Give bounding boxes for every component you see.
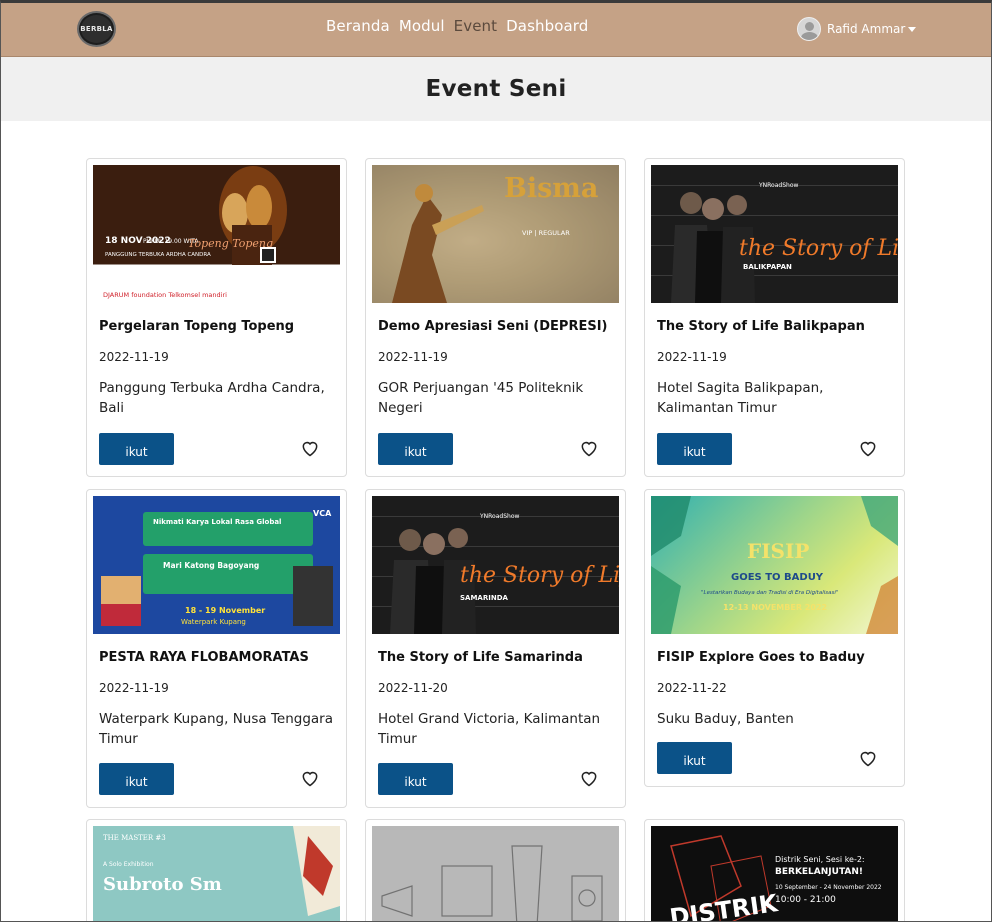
event-title: Pergelaran Topeng Topeng	[99, 319, 295, 334]
avatar-icon	[797, 17, 821, 41]
event-date: 2022-11-20	[378, 681, 448, 695]
event-card: Nikmati Karya Lokal Rasa Global Mari Kat…	[86, 489, 347, 808]
svg-text:THE MASTER #3: THE MASTER #3	[103, 834, 166, 842]
svg-text:the Story of Life: the Story of Life	[460, 563, 619, 588]
user-name: Rafid Ammar	[827, 22, 906, 36]
event-title: The Story of Life Balikpapan	[657, 319, 865, 334]
page-header: Event Seni	[0, 57, 992, 121]
join-button[interactable]: ikut	[378, 433, 453, 465]
event-image: Nikmati Karya Lokal Rasa Global Mari Kat…	[93, 496, 340, 634]
nav-links: Beranda Modul Event Dashboard	[326, 17, 588, 35]
page-title: Event Seni	[425, 76, 567, 102]
svg-text:Distrik Seni, Sesi ke-2:: Distrik Seni, Sesi ke-2:	[775, 855, 865, 864]
svg-text:FISIP: FISIP	[747, 539, 809, 563]
join-button[interactable]: ikut	[657, 742, 732, 774]
event-location: Waterpark Kupang, Nusa Tenggara Timur	[99, 711, 333, 747]
event-title: FISIP Explore Goes to Baduy	[657, 650, 865, 665]
svg-text:10 September - 24 November 202: 10 September - 24 November 2022	[775, 884, 882, 891]
svg-text:VIP | REGULAR: VIP | REGULAR	[522, 229, 570, 237]
event-date: 2022-11-22	[657, 681, 727, 695]
event-image: 18 NOV 2022 PUKUL 19.00 WITA PANGGUNG TE…	[93, 165, 340, 303]
navbar: BERBLA Beranda Modul Event Dashboard Raf…	[0, 0, 992, 57]
svg-text:VCA: VCA	[313, 509, 332, 518]
event-image: FISIP GOES TO BADUY "Lestarikan Budaya d…	[651, 496, 898, 634]
user-menu[interactable]: Rafid Ammar	[797, 17, 917, 41]
nav-link-modul[interactable]: Modul	[399, 17, 445, 35]
event-image: YNRoadShow the Story of Life SAMARINDA	[372, 496, 619, 634]
event-location: Panggung Terbuka Ardha Candra, Bali	[99, 380, 325, 416]
event-card: Distrik Seni, Sesi ke-2: BERKELANJUTAN! …	[644, 819, 905, 922]
nav-link-dashboard[interactable]: Dashboard	[506, 17, 588, 35]
event-card: YNRoadShow the Story of Life SAMARINDA T…	[365, 489, 626, 808]
event-card: YNRoadShow the Story of Life BALIKPAPAN …	[644, 158, 905, 477]
join-button[interactable]: ikut	[99, 763, 174, 795]
event-card: Bisma VIP | REGULAR Demo Apresiasi Seni …	[365, 158, 626, 477]
event-title: Demo Apresiasi Seni (DEPRESI)	[378, 319, 608, 334]
event-image: Bisma VIP | REGULAR	[372, 165, 619, 303]
svg-text:DJARUM foundation Telkomsel: DJARUM foundation Telkomsel mandiri	[103, 291, 227, 299]
event-card	[365, 819, 626, 922]
heart-icon[interactable]	[579, 768, 599, 788]
event-date: 2022-11-19	[99, 350, 169, 364]
event-location: Hotel Grand Victoria, Kalimantan Timur	[378, 711, 601, 747]
svg-text:PANGGUNG TERBUKA ARDHA CANDRA: PANGGUNG TERBUKA ARDHA CANDRA	[105, 252, 211, 258]
svg-text:Nikmati Karya Lokal Rasa Globa: Nikmati Karya Lokal Rasa Global	[153, 518, 281, 526]
svg-text:Bisma: Bisma	[504, 173, 598, 204]
event-image	[372, 826, 619, 922]
svg-text:SAMARINDA: SAMARINDA	[460, 594, 509, 602]
svg-text:YNRoadShow: YNRoadShow	[479, 513, 519, 520]
svg-text:BALIKPAPAN: BALIKPAPAN	[743, 263, 792, 271]
svg-text:Mari Katong Bagoyang: Mari Katong Bagoyang	[163, 561, 259, 570]
event-image: Distrik Seni, Sesi ke-2: BERKELANJUTAN! …	[651, 826, 898, 922]
event-location: Suku Baduy, Banten	[657, 711, 794, 727]
heart-icon[interactable]	[579, 438, 599, 458]
event-location: Hotel Sagita Balikpapan, Kalimantan Timu…	[657, 380, 824, 416]
event-image: YNRoadShow the Story of Life BALIKPAPAN	[651, 165, 898, 303]
heart-icon[interactable]	[300, 438, 320, 458]
event-date: 2022-11-19	[99, 681, 169, 695]
svg-text:YNRoadShow: YNRoadShow	[758, 182, 798, 189]
heart-icon[interactable]	[858, 748, 878, 768]
svg-text:10:00 - 21:00: 10:00 - 21:00	[775, 895, 836, 905]
svg-text:12-13 NOVEMBER 2022: 12-13 NOVEMBER 2022	[723, 603, 827, 612]
event-card: THE MASTER #3 A Solo Exhibition Subroto …	[86, 819, 347, 922]
event-title: PESTA RAYA FLOBAMORATAS	[99, 650, 309, 665]
svg-text:BERKELANJUTAN!: BERKELANJUTAN!	[775, 867, 863, 877]
chevron-down-icon	[908, 26, 917, 32]
event-location: GOR Perjuangan '45 Politeknik Negeri	[378, 380, 584, 416]
svg-text:"Lestarikan Budaya dan Tradisi: "Lestarikan Budaya dan Tradisi di Era Di…	[701, 590, 838, 596]
brand-logo[interactable]: BERBLA	[77, 11, 116, 47]
event-title: The Story of Life Samarinda	[378, 650, 583, 665]
svg-text:Waterpark Kupang: Waterpark Kupang	[181, 618, 246, 626]
event-card: FISIP GOES TO BADUY "Lestarikan Budaya d…	[644, 489, 905, 787]
heart-icon[interactable]	[300, 768, 320, 788]
join-button[interactable]: ikut	[99, 433, 174, 465]
svg-text:A Solo Exhibition: A Solo Exhibition	[103, 861, 154, 868]
join-button[interactable]: ikut	[378, 763, 453, 795]
svg-text:18 - 19 November: 18 - 19 November	[185, 606, 265, 615]
join-button[interactable]: ikut	[657, 433, 732, 465]
event-image: THE MASTER #3 A Solo Exhibition Subroto …	[93, 826, 340, 922]
event-date: 2022-11-19	[378, 350, 448, 364]
brand-logo-text: BERBLA	[80, 25, 113, 33]
event-card: 18 NOV 2022 PUKUL 19.00 WITA PANGGUNG TE…	[86, 158, 347, 477]
svg-text:Subroto Sm: Subroto Sm	[103, 874, 222, 895]
nav-link-beranda[interactable]: Beranda	[326, 17, 390, 35]
nav-link-event[interactable]: Event	[454, 17, 497, 35]
svg-text:the Story of Life: the Story of Life	[739, 236, 898, 261]
event-date: 2022-11-19	[657, 350, 727, 364]
heart-icon[interactable]	[858, 438, 878, 458]
svg-text:GOES TO BADUY: GOES TO BADUY	[731, 572, 824, 583]
